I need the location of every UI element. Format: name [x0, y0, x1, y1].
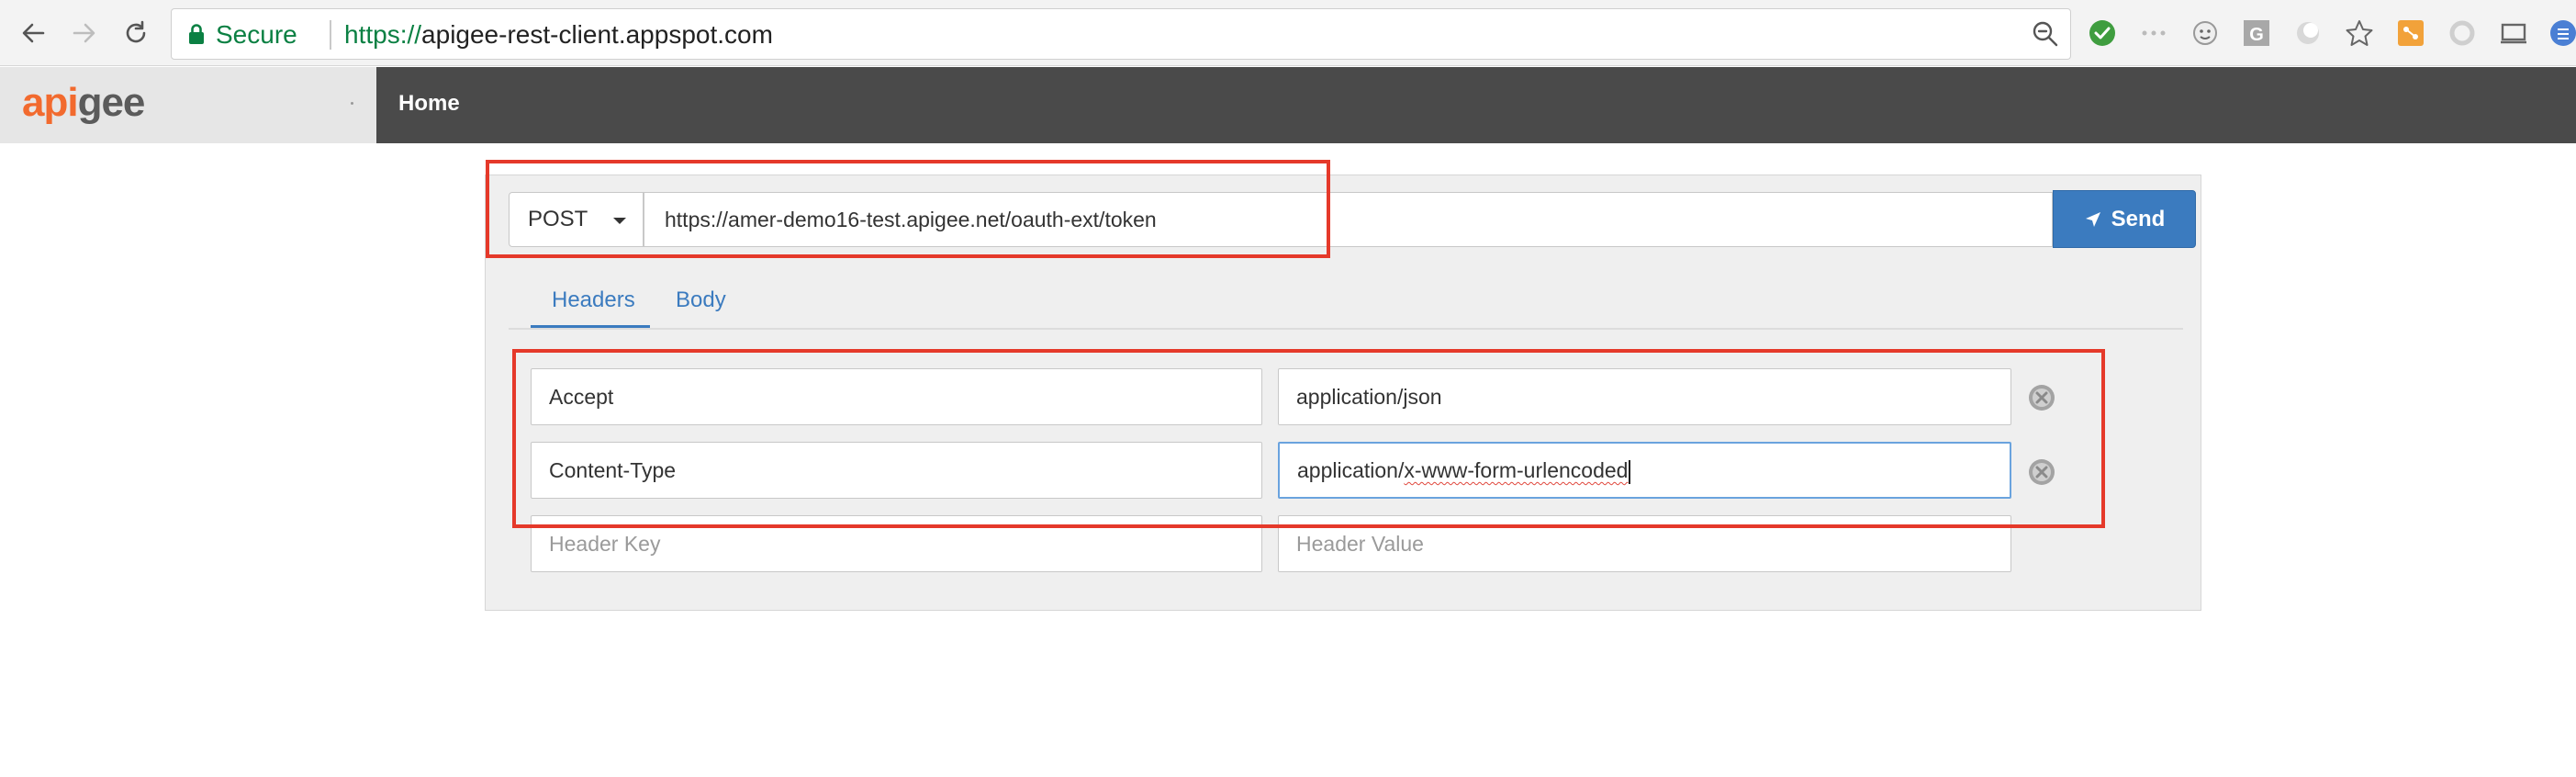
- shield-extension-icon[interactable]: [2548, 18, 2576, 48]
- logo-text-api: api: [22, 80, 79, 125]
- star-icon[interactable]: [2345, 18, 2374, 48]
- zoom-icon[interactable]: [2032, 20, 2059, 52]
- header-key-input[interactable]: Accept: [531, 368, 1262, 425]
- brand-area: apigee: [0, 67, 376, 143]
- tab-headers[interactable]: Headers: [531, 276, 650, 328]
- caret-down-icon: [613, 218, 626, 224]
- cast-icon[interactable]: [2499, 18, 2528, 48]
- new-header-key-input[interactable]: Header Key: [531, 515, 1262, 572]
- dots-extension-icon[interactable]: [2139, 18, 2168, 48]
- remove-header-icon[interactable]: [2027, 383, 2056, 412]
- url-scheme: https://: [344, 20, 422, 49]
- header-value-input[interactable]: application/json: [1278, 368, 2011, 425]
- address-bar[interactable]: Secure https://apigee-rest-client.appspo…: [171, 8, 2071, 60]
- remove-header-icon[interactable]: [2027, 457, 2056, 487]
- circle-extension-icon[interactable]: [2293, 18, 2323, 48]
- apigee-logo[interactable]: apigee: [22, 80, 146, 126]
- check-extension-icon[interactable]: [2088, 18, 2117, 48]
- brand-dot: [351, 102, 353, 105]
- tabs-divider: [509, 328, 2183, 330]
- send-button[interactable]: Send: [2053, 190, 2196, 248]
- omnibox-separator: [330, 20, 331, 50]
- method-label: POST: [528, 207, 588, 231]
- browser-toolbar: Secure https://apigee-rest-client.appspo…: [0, 0, 2576, 66]
- orange-extension-icon[interactable]: [2396, 18, 2425, 48]
- security-label: Secure: [216, 20, 297, 49]
- svg-text:G: G: [2249, 25, 2264, 45]
- header-value-input-focused[interactable]: application/x-www-form-urlencoded: [1278, 442, 2011, 499]
- header-key-input[interactable]: Content-Type: [531, 442, 1262, 499]
- header-value-prefix: application/: [1297, 458, 1405, 482]
- face-extension-icon[interactable]: [2190, 18, 2220, 48]
- ring-extension-icon[interactable]: [2447, 18, 2477, 48]
- url-host: apigee-rest-client.appspot.com: [421, 20, 773, 49]
- method-select[interactable]: POST: [509, 192, 644, 247]
- logo-text-gee: gee: [77, 80, 146, 125]
- g-extension-icon[interactable]: G: [2242, 18, 2271, 48]
- paper-plane-icon: [2085, 211, 2100, 227]
- nav-home-link[interactable]: Home: [398, 91, 460, 117]
- new-header-value-input[interactable]: Header Value: [1278, 515, 2011, 572]
- header-value-misspelled: x-www-form-urlencoded: [1404, 458, 1629, 482]
- request-url-input[interactable]: https://amer-demo16-test.apigee.net/oaut…: [644, 192, 2053, 247]
- forward-arrow-icon[interactable]: [66, 15, 103, 51]
- page-url: https://apigee-rest-client.appspot.com: [344, 20, 773, 50]
- reload-icon[interactable]: [118, 15, 154, 51]
- text-cursor: [1629, 459, 1631, 484]
- lock-icon: [188, 23, 205, 50]
- send-label: Send: [2111, 206, 2166, 231]
- app-navbar: apigee Home: [0, 67, 2576, 143]
- tab-headers-label: Headers: [552, 287, 635, 312]
- back-arrow-icon[interactable]: [15, 15, 51, 51]
- tab-body[interactable]: Body: [676, 287, 726, 313]
